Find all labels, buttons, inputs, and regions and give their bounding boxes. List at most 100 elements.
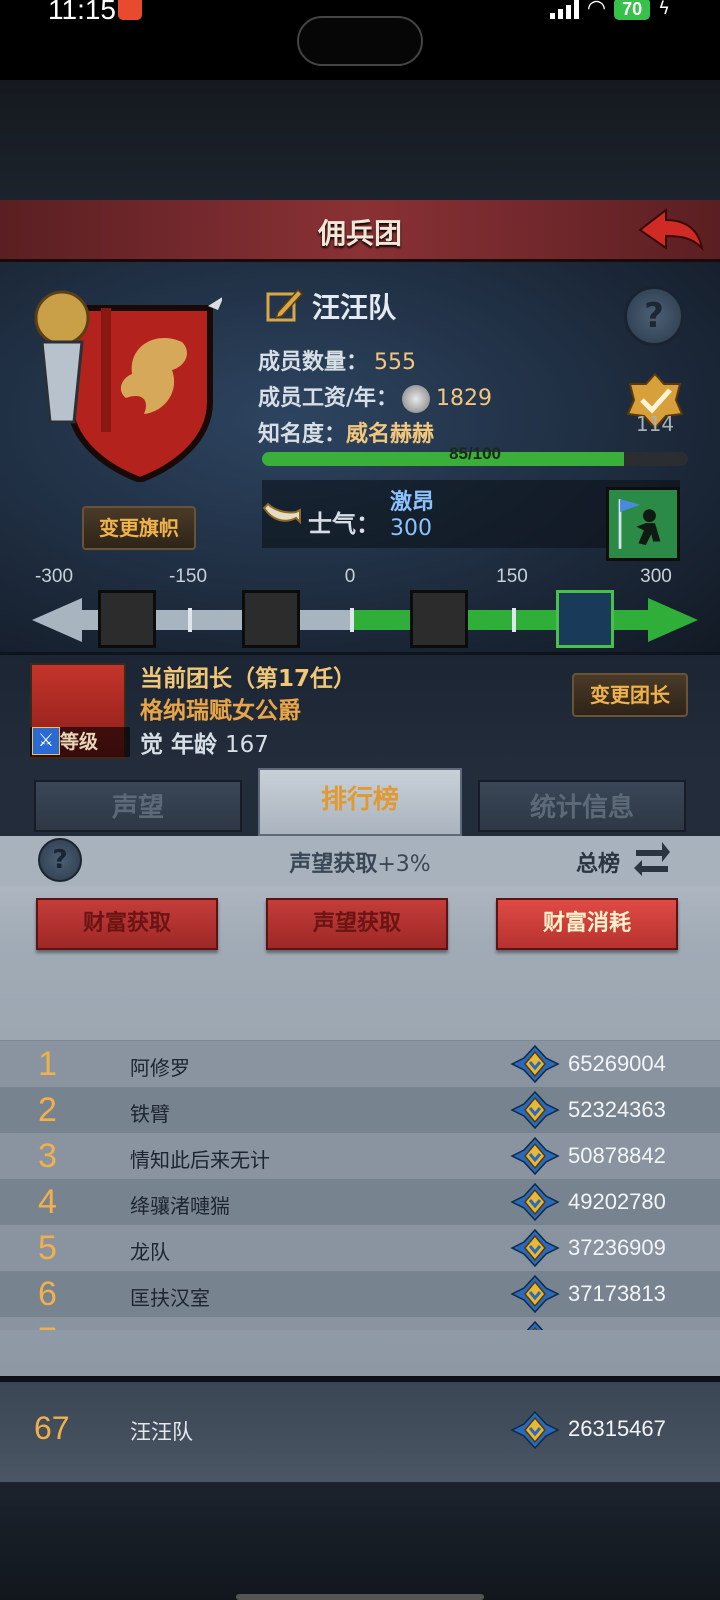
guild-name-row: 汪汪队 [264,286,396,326]
row-rank: 3 [38,1137,57,1175]
morale-notch [350,608,354,632]
swap-icon[interactable] [632,838,672,878]
tab-ranking[interactable]: 排行榜 [258,768,462,836]
bottom-backdrop [0,1482,720,1600]
row-guild-name: 绛骧渚嗹猯 [130,1194,230,1218]
row-score: 37236909 [568,1235,666,1260]
row-score: 36574521 [568,1327,666,1330]
morale-tick-high: 150 [496,566,528,587]
status-bar: 11:15 ◠ 70 ϟ [0,0,720,80]
ranking-row[interactable]: 7 天谴 36574521 [0,1317,720,1330]
silver-coin-icon [402,385,431,413]
category-wealth-gain-button[interactable]: 财富获取 [36,898,218,950]
status-icons: ◠ 70 ϟ [549,0,670,21]
morale-level-low-icon[interactable] [242,590,300,648]
status-time: 11:15 [48,0,116,25]
tab-reputation[interactable]: 声望 [34,780,242,832]
row-rank: 6 [38,1275,57,1313]
ranking-scope-label: 总榜 [576,852,621,877]
morale-level-despair-icon[interactable] [98,590,156,648]
salary-label: 成员工资/年： [258,386,399,411]
morale-value: 300 [390,516,432,541]
my-guild-name: 汪汪队 [130,1420,193,1444]
fame-crest-icon [510,1182,560,1222]
fame-crest-icon [510,1228,560,1268]
horn-icon [262,502,301,525]
back-arrow-icon[interactable] [636,206,706,256]
leader-age-label: 觉 年龄 [140,732,218,758]
leader-panel: 等级136 ⚔ 当前团长（第17任） 格纳瑞赋女公爵 觉 年龄 167 变更团长 [0,652,720,783]
edit-icon[interactable] [264,286,304,326]
row-rank: 4 [38,1183,57,1221]
member-count-label: 成员数量： [258,350,369,375]
row-score: 50878842 [568,1143,666,1168]
ranking-toolbar: ? 声望获取+3% 总榜 [0,836,720,886]
signal-icon [549,0,579,19]
fame-crest-icon [510,1090,560,1130]
morale-arrow-right [648,598,698,642]
page-title: 佣兵团 [317,217,402,250]
charging-icon: ϟ [658,0,670,19]
ranking-row[interactable]: 6 匡扶汉室 37173813 [0,1271,720,1317]
row-rank: 1 [38,1045,57,1083]
row-score: 37173813 [568,1281,666,1306]
fame-progress-text: 85/100 [449,444,501,463]
row-guild-name: 情知此后来无计 [130,1148,270,1172]
bonus-value: +3% [377,852,431,877]
my-rank-row[interactable]: 67 汪汪队 26315467 [0,1376,720,1482]
fame-crest-icon [510,1136,560,1176]
morale-tick-zero: 0 [344,566,356,587]
fame-crest-icon [526,1320,544,1330]
row-guild-name: 匡扶汉室 [130,1286,210,1310]
change-leader-button[interactable]: 变更团长 [572,673,688,717]
row-rank: 5 [38,1229,57,1267]
change-flag-button[interactable]: 变更旗帜 [82,506,196,550]
ranking-row[interactable]: 5 龙队 37236909 [0,1225,720,1271]
morale-tick-low: -150 [168,566,208,587]
morale-state: 激昂 [390,490,435,515]
tab-statistics[interactable]: 统计信息 [478,780,686,832]
morale-level-high-icon[interactable] [556,590,614,648]
row-guild-name: 龙队 [130,1240,170,1264]
ranking-list: 1 阿修罗 65269004 2 铁臂 52324363 3 情知此后来无计 50878842 4… [0,1040,720,1330]
morale-notch [188,608,192,632]
ranking-row[interactable]: 4 绛骧渚嗹猯 49202780 [0,1179,720,1225]
morale-flag-icon[interactable] [606,487,680,561]
member-count: 成员数量： 555 [258,344,416,376]
fame-crest-icon [510,1410,560,1450]
morale-level-normal-icon[interactable] [410,590,468,648]
leader-title: 当前团长（第17任） [140,666,357,692]
my-score: 26315467 [568,1416,666,1441]
row-guild-name: 铁臂 [130,1102,170,1126]
leader-age-value: 167 [225,732,269,758]
ranking-row[interactable]: 2 铁臂 52324363 [0,1087,720,1133]
row-score: 52324363 [568,1097,666,1122]
morale-scale: -300 -150 0 150 300 [28,566,698,648]
member-salary: 成员工资/年： 1829 [258,380,492,413]
help-button[interactable]: ? [624,286,684,346]
fame-crest-icon [510,1274,560,1314]
row-rank: 7 [38,1321,57,1330]
battery-icon: 70 [614,0,651,20]
category-wealth-spent-button[interactable]: 财富消耗 [496,898,678,950]
member-count-value: 555 [374,350,417,375]
morale-notch [512,608,516,632]
morale-label: 士气： [308,510,380,538]
category-reputation-gain-button[interactable]: 声望获取 [266,898,448,950]
row-score: 49202780 [568,1189,666,1214]
guild-banner-icon [34,290,222,482]
leader-age: 觉 年龄 167 [140,725,269,759]
ranking-row[interactable]: 3 情知此后来无计 50878842 [0,1133,720,1179]
morale-tick-max: 300 [640,566,672,587]
row-guild-name: 天谴 [130,1328,170,1330]
ranking-row[interactable]: 1 阿修罗 65269004 [0,1041,720,1087]
row-rank: 2 [38,1091,57,1129]
row-score: 65269004 [568,1051,666,1076]
bonus-label: 声望获取 [289,852,378,877]
home-indicator[interactable] [236,1594,484,1600]
my-rank: 67 [34,1410,70,1446]
fame-crest-icon [510,1044,560,1084]
app-notification-icon [118,0,142,20]
row-guild-name: 阿修罗 [130,1056,190,1080]
guild-name: 汪汪队 [312,291,397,324]
